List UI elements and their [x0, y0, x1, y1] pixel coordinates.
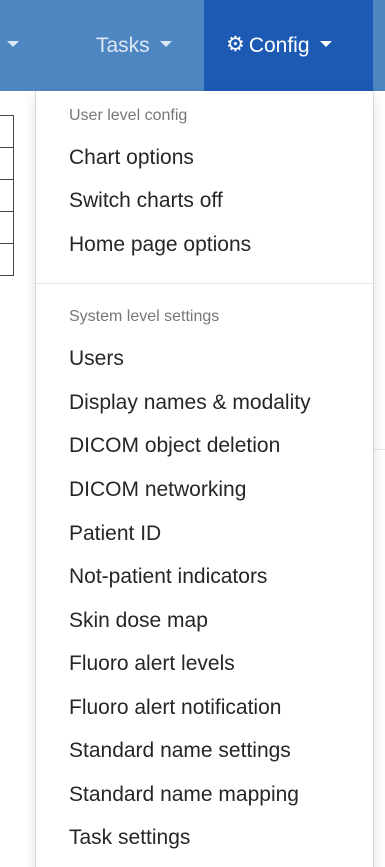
caret-down-icon [6, 41, 19, 48]
nav-item-tasks[interactable]: Tasks [96, 0, 172, 91]
system-level-settings-header: System level settings [69, 308, 220, 325]
table-row [0, 115, 14, 148]
table-row [0, 243, 14, 276]
table-row [0, 147, 14, 180]
menu-item-display-names-modality[interactable]: Display names & modality [36, 383, 373, 423]
menu-item-not-patient-indicators[interactable]: Not-patient indicators [36, 557, 373, 597]
table-row [0, 179, 14, 212]
table-row [0, 211, 14, 244]
menu-item-users[interactable]: Users [36, 339, 373, 379]
nav-item-prev-menu[interactable]: s [0, 0, 19, 91]
caret-down-icon [319, 41, 332, 48]
dropdown-divider [36, 283, 373, 284]
nav-item-label: Tasks [96, 34, 150, 57]
page: s Tasks ⚙Config User level config Chart … [0, 0, 385, 867]
menu-item-skin-dose-map[interactable]: Skin dose map [36, 601, 373, 641]
top-navbar: s Tasks ⚙Config [0, 0, 385, 91]
gear-icon: ⚙ [226, 32, 245, 56]
menu-item-home-page-options[interactable]: Home page options [36, 225, 373, 265]
menu-item-standard-name-settings[interactable]: Standard name settings [36, 731, 373, 771]
menu-item-standard-name-mapping[interactable]: Standard name mapping [36, 775, 373, 815]
menu-item-patient-id[interactable]: Patient ID [36, 514, 373, 554]
menu-item-fluoro-alert-levels[interactable]: Fluoro alert levels [36, 644, 373, 684]
menu-item-dicom-networking[interactable]: DICOM networking [36, 470, 373, 510]
background-table [0, 115, 14, 276]
user-level-config-header: User level config [69, 107, 188, 124]
caret-down-icon [159, 41, 172, 48]
nav-item-label: Config [248, 34, 310, 57]
menu-item-dicom-object-deletion[interactable]: DICOM object deletion [36, 426, 373, 466]
menu-item-chart-options[interactable]: Chart options [36, 138, 373, 178]
menu-item-switch-charts-off[interactable]: Switch charts off [36, 181, 373, 221]
config-dropdown-menu: User level config Chart options Switch c… [35, 91, 374, 867]
menu-item-fluoro-alert-notification[interactable]: Fluoro alert notification [36, 688, 373, 728]
nav-item-config[interactable]: ⚙ Config [204, 0, 373, 91]
menu-item-task-settings[interactable]: Task settings [36, 818, 373, 858]
